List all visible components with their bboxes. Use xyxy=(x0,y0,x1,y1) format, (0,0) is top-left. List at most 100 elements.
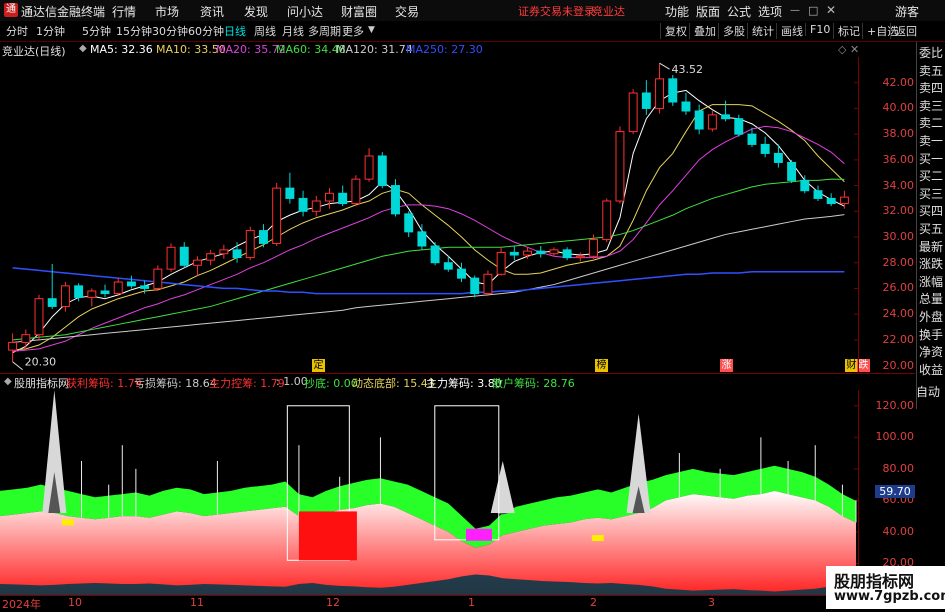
period-tab-1min[interactable]: 1分钟 xyxy=(36,23,65,39)
side-item-3[interactable]: 卖三 xyxy=(919,99,943,114)
period-tab-15min[interactable]: 15分钟 xyxy=(116,23,152,39)
period-tab-5min[interactable]: 5分钟 xyxy=(82,23,111,39)
high-label: 43.52 xyxy=(672,63,704,76)
gear-icon[interactable]: ◆ xyxy=(79,43,87,54)
f10-button[interactable]: F10 xyxy=(805,23,830,36)
candle-body xyxy=(206,253,216,261)
period-tab-weekly[interactable]: 周线 xyxy=(254,23,276,39)
candle-body xyxy=(298,197,308,212)
close-pane-icon[interactable]: ✕ xyxy=(850,43,859,56)
statistics-button[interactable]: 统计 xyxy=(747,23,774,39)
menu-layout[interactable]: 版面 xyxy=(696,3,720,20)
maximize-icon[interactable]: □ xyxy=(808,4,818,17)
candle-body xyxy=(813,190,823,199)
period-tab-fenshi[interactable]: 分时 xyxy=(6,23,28,39)
indicator-chart[interactable] xyxy=(0,390,858,595)
menu-discover[interactable]: 发现 xyxy=(244,3,268,20)
draw-line-button[interactable]: 画线 xyxy=(776,23,803,39)
candle-body xyxy=(245,230,255,259)
date-axis: 2024年 10 11 12 1 2 3 xyxy=(0,595,858,611)
side-item-11[interactable]: 最新 xyxy=(919,240,943,255)
side-item-10[interactable]: 买五 xyxy=(919,222,943,237)
side-item-0[interactable]: 委比 xyxy=(919,46,943,61)
app-logo-icon: 通 xyxy=(4,3,18,17)
side-item-6[interactable]: 买一 xyxy=(919,152,943,167)
candle-body xyxy=(219,249,229,255)
side-item-13[interactable]: 涨幅 xyxy=(919,275,943,290)
side-item-8[interactable]: 买三 xyxy=(919,187,943,202)
menu-market[interactable]: 市场 xyxy=(155,3,179,20)
candle-body xyxy=(417,231,427,247)
candle-body xyxy=(787,161,797,181)
side-item-1[interactable]: 卖五 xyxy=(919,64,943,79)
watermark-badge: 股朋指标网 www.7gpzb.com xyxy=(826,566,945,609)
price-tick-label: 36.00 xyxy=(882,152,915,166)
side-item-2[interactable]: 卖四 xyxy=(919,81,943,96)
side-item-5[interactable]: 卖一 xyxy=(919,134,943,149)
side-item-15[interactable]: 外盘 xyxy=(919,310,943,325)
period-tab-multi[interactable]: 多周期 xyxy=(308,23,341,39)
login-notice[interactable]: 证券交易未登录 xyxy=(518,3,595,19)
period-tab-60min[interactable]: 60分钟 xyxy=(188,23,224,39)
menu-wealth[interactable]: 财富圈 xyxy=(341,3,377,20)
event-marker-ding[interactable]: 定 xyxy=(312,359,325,372)
period-tab-daily[interactable]: 日线 xyxy=(224,23,246,39)
period-tab-monthly[interactable]: 月线 xyxy=(282,23,304,39)
overlay-button[interactable]: 叠加 xyxy=(689,23,716,39)
watermark-url: www.7gpzb.com xyxy=(834,589,945,604)
indicator-tick-label: 40.00 xyxy=(882,524,915,538)
period-tab-more[interactable]: 更多 xyxy=(342,23,364,39)
menu-options[interactable]: 选项 xyxy=(758,3,782,20)
side-item-9[interactable]: 买四 xyxy=(919,204,943,219)
indicator-name[interactable]: 股朋指标网 xyxy=(14,375,69,391)
menu-trade[interactable]: 交易 xyxy=(395,3,419,20)
guest-label[interactable]: 游客 xyxy=(895,3,919,20)
ind-main-control: 主力控筹: 1.79 xyxy=(209,377,285,390)
back-button[interactable]: 返回 xyxy=(890,23,917,39)
side-item-17[interactable]: 净资 xyxy=(919,345,943,360)
minimize-icon[interactable]: — xyxy=(790,5,800,16)
menu-ask[interactable]: 问小达 xyxy=(287,3,323,20)
indicator-gear-icon[interactable]: ◆ xyxy=(4,376,12,387)
fuquan-button[interactable]: 复权 xyxy=(660,23,687,39)
menu-formula[interactable]: 公式 xyxy=(727,3,751,20)
candle-body xyxy=(694,110,704,130)
bottom-signal-dot xyxy=(591,535,604,542)
menu-quotes[interactable]: 行情 xyxy=(112,3,136,20)
price-tick-label: 38.00 xyxy=(882,127,915,141)
side-item-18[interactable]: 收益 xyxy=(919,363,943,378)
chevron-down-icon[interactable]: ▼ xyxy=(368,25,375,35)
candle-body xyxy=(747,133,757,145)
side-item-4[interactable]: 卖二 xyxy=(919,116,943,131)
expand-icon[interactable]: ◇ xyxy=(838,43,846,56)
menu-news[interactable]: 资讯 xyxy=(200,3,224,20)
candle-body xyxy=(338,192,348,205)
ind-loss-chips: 亏损筹码: 18.64 xyxy=(134,377,217,390)
side-item-12[interactable]: 涨跌 xyxy=(919,257,943,272)
candle-body xyxy=(391,185,400,215)
price-tick-label: 40.00 xyxy=(882,101,915,115)
signal-box-fill xyxy=(465,528,492,541)
close-icon[interactable]: ✕ xyxy=(826,3,836,17)
side-item-7[interactable]: 买二 xyxy=(919,169,943,184)
app-title: 通达信金融终端 xyxy=(21,5,106,19)
period-tab-30min[interactable]: 30分钟 xyxy=(152,23,188,39)
candle-body xyxy=(457,268,466,279)
event-marker-bang[interactable]: 榜 xyxy=(595,359,608,372)
candle-body xyxy=(232,249,242,259)
event-marker-zhang[interactable]: 涨 xyxy=(720,359,733,372)
ma-line-ma250 xyxy=(12,267,845,295)
candle-body xyxy=(655,78,665,109)
side-item-14[interactable]: 总量 xyxy=(919,292,943,307)
multi-stock-button[interactable]: 多股 xyxy=(718,23,745,39)
mark-button[interactable]: 标记 xyxy=(833,23,860,39)
candle-body xyxy=(153,268,163,289)
candlestick-chart[interactable]: 43.52 20.30 xyxy=(0,57,915,372)
ind-retail-chips: 散户筹码: 28.76 xyxy=(492,377,575,390)
candle-body xyxy=(311,200,321,212)
current-value-badge: 59.70 xyxy=(875,485,915,498)
side-item-16[interactable]: 换手 xyxy=(919,328,943,343)
auto-button[interactable]: 自动 xyxy=(916,383,945,399)
menu-function[interactable]: 功能 xyxy=(665,3,689,20)
candle-body xyxy=(562,249,572,259)
